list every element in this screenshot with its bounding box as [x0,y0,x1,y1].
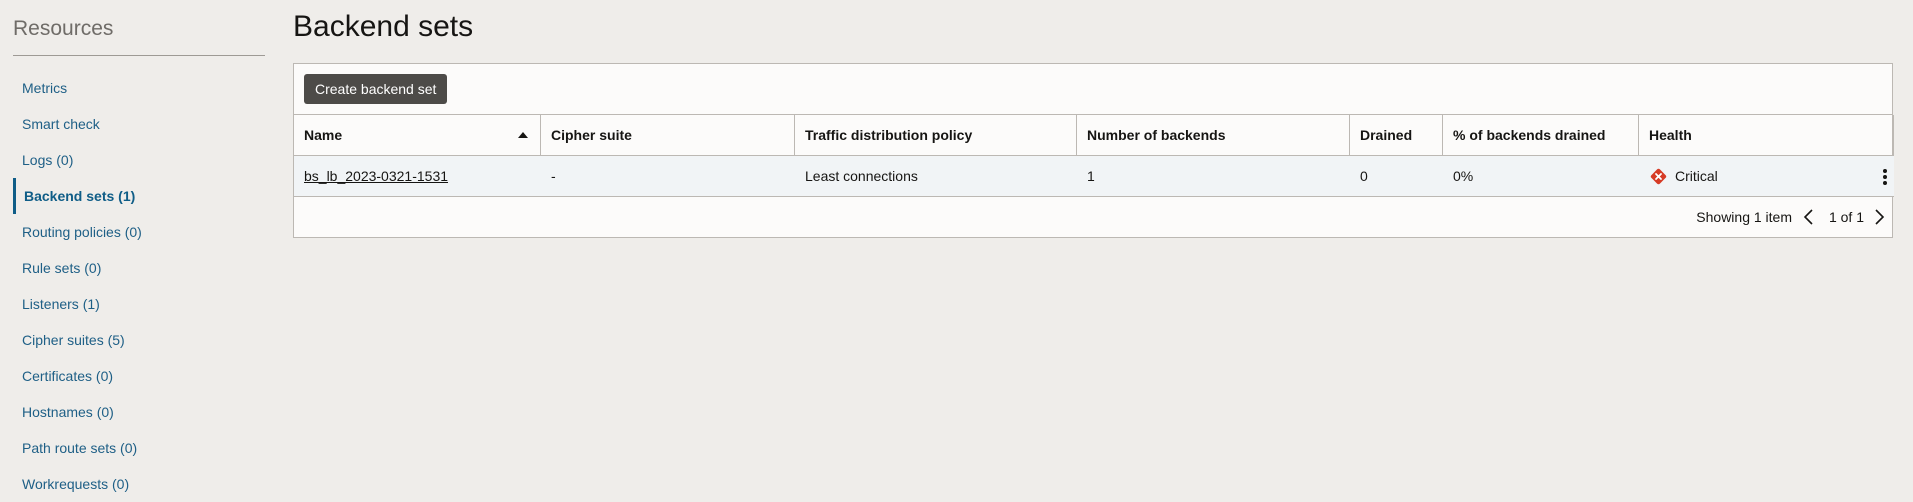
page-title: Backend sets [293,10,474,43]
chevron-right-icon[interactable] [1872,208,1886,226]
backend-sets-panel: Create backend set Name Cipher suite Tra… [293,63,1894,238]
sidebar-item-rule-sets[interactable]: Rule sets (0) [13,250,265,286]
cell-drained: 0 [1350,156,1443,197]
sidebar-item-logs[interactable]: Logs (0) [13,142,265,178]
backend-sets-table: Name Cipher suite Traffic distribution p… [294,115,1894,197]
sort-ascending-icon[interactable] [518,132,528,138]
column-header-health: Health [1639,115,1894,156]
cell-policy: Least connections [795,156,1077,197]
column-header-name[interactable]: Name [294,115,541,156]
page-indicator: 1 of 1 [1828,209,1864,225]
column-header-number-of-backends: Number of backends [1077,115,1350,156]
sidebar-item-hostnames[interactable]: Hostnames (0) [13,394,265,430]
column-header-traffic-policy: Traffic distribution policy [795,115,1077,156]
chevron-left-icon[interactable] [1802,208,1816,226]
health-status-text: Critical [1675,168,1718,184]
sidebar-item-metrics[interactable]: Metrics [13,70,265,106]
sidebar-item-workrequests[interactable]: Workrequests (0) [13,466,265,502]
row-actions-menu-icon[interactable] [1880,168,1890,185]
sidebar-item-backend-sets[interactable]: Backend sets (1) [13,178,265,214]
sidebar-item-smart-check[interactable]: Smart check [13,106,265,142]
sidebar-item-certificates[interactable]: Certificates (0) [13,358,265,394]
sidebar-item-listeners[interactable]: Listeners (1) [13,286,265,322]
create-backend-set-button[interactable]: Create backend set [304,74,448,104]
backend-set-name-link[interactable]: bs_lb_2023-0321-1531 [304,168,448,184]
critical-status-icon [1650,168,1667,185]
column-header-cipher-suite: Cipher suite [541,115,795,156]
column-header-label: Name [304,127,343,143]
showing-count: Showing 1 item [1696,209,1792,225]
column-header-drained: Drained [1350,115,1443,156]
sidebar-item-routing-policies[interactable]: Routing policies (0) [13,214,265,250]
sidebar-item-cipher-suites[interactable]: Cipher suites (5) [13,322,265,358]
sidebar-title: Resources [13,17,114,40]
table-footer: Showing 1 item 1 of 1 [294,197,1892,237]
cell-percent-drained: 0% [1443,156,1639,197]
sidebar-nav: Metrics Smart check Logs (0) Backend set… [13,70,265,502]
cell-number-of-backends: 1 [1077,156,1350,197]
table-toolbar: Create backend set [294,64,1892,115]
sidebar-item-path-route-sets[interactable]: Path route sets (0) [13,430,265,466]
resources-sidebar: Resources Metrics Smart check Logs (0) B… [0,0,278,492]
cell-name: bs_lb_2023-0321-1531 [294,156,541,197]
column-header-percent-drained: % of backends drained [1443,115,1639,156]
cell-cipher-suite: - [541,156,795,197]
sidebar-divider [13,55,265,56]
cell-health: Critical [1639,156,1894,197]
